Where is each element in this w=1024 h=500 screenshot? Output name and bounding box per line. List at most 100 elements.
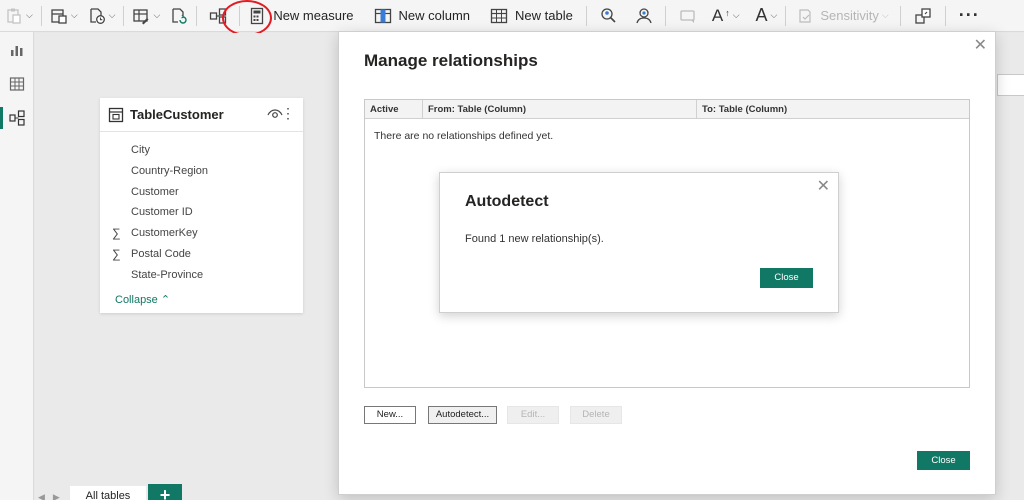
dialog-title: Manage relationships — [364, 51, 538, 70]
new-column-label: New column — [398, 8, 471, 23]
clock-doc-icon — [90, 7, 105, 24]
chevron-down-icon: ⌵ — [26, 10, 33, 20]
chat-icon — [680, 9, 695, 23]
field-item[interactable]: ∑ CustomerKey — [100, 223, 303, 244]
relationships-icon — [210, 7, 227, 24]
collapse-label: Collapse — [115, 294, 158, 306]
collapse-link[interactable]: Collapse ⌃ — [115, 293, 170, 306]
properties-pane-field[interactable] — [997, 74, 1024, 96]
table-card-tablecustomer[interactable]: TableCustomer ⋮ City Country-Region Custom… — [100, 98, 303, 313]
field-name: Customer ID — [131, 206, 193, 219]
report-view-button[interactable] — [0, 36, 34, 64]
text-size-icon: A — [711, 5, 724, 25]
delete-button[interactable]: Delete — [570, 406, 622, 424]
column-header-active[interactable]: Active — [365, 100, 423, 119]
field-item[interactable]: ∑ Postal Code — [100, 244, 303, 265]
field-name: Customer — [131, 185, 179, 198]
close-icon[interactable]: ✕ — [974, 35, 987, 55]
font-icon: A — [755, 5, 768, 25]
ribbon-divider — [664, 5, 666, 26]
grid-header: Active From: Table (Column) To: Table (C… — [365, 100, 969, 119]
field-name: Country-Region — [131, 164, 209, 177]
new-table-button[interactable]: New table — [485, 0, 578, 32]
field-item[interactable]: Country-Region — [100, 161, 303, 182]
chevron-down-icon: ⌵ — [732, 10, 740, 20]
model-icon — [9, 110, 25, 126]
tab-all-tables[interactable]: All tables — [70, 486, 146, 500]
field-name: State-Province — [131, 268, 204, 281]
column-header-to[interactable]: To: Table (Column) — [697, 100, 969, 119]
manage-roles-button[interactable] — [626, 0, 662, 32]
empty-message: There are no relationships defined yet. — [374, 130, 554, 142]
user-role-icon — [636, 7, 652, 23]
ribbon-divider — [40, 5, 42, 26]
model-view-button[interactable] — [0, 104, 34, 132]
close-button[interactable]: Close — [917, 451, 970, 470]
more-options-button[interactable]: ··· — [949, 0, 990, 32]
font-button[interactable]: A ⌵ — [751, 0, 783, 32]
refresh-schedule-button[interactable]: ⌵ — [83, 0, 121, 32]
field-item[interactable]: State-Province — [100, 265, 303, 286]
chevron-up-icon: ⌃ — [160, 294, 171, 306]
sum-icon: ∑ — [112, 246, 121, 261]
qa-setup-button[interactable] — [669, 0, 707, 32]
publish-button[interactable] — [904, 0, 942, 32]
user-search-icon — [601, 7, 616, 23]
ribbon-divider — [944, 5, 946, 26]
chevron-down-icon: ⌵ — [881, 10, 889, 20]
paste-button[interactable]: ⌵ — [0, 0, 38, 32]
chevron-down-icon: ⌵ — [153, 10, 161, 20]
new-relationship-button[interactable]: New... — [364, 406, 416, 424]
new-measure-button[interactable]: New measure — [243, 0, 358, 32]
table-icon — [490, 8, 508, 23]
ribbon-divider — [239, 5, 241, 26]
chevron-down-icon: ⌵ — [70, 10, 78, 20]
autodetect-button[interactable]: Autodetect... — [428, 406, 497, 424]
add-layout-button[interactable]: + — [148, 484, 182, 500]
sensitivity-button[interactable]: Sensitivity ⌵ — [789, 0, 896, 32]
new-measure-label: New measure — [273, 8, 354, 23]
chevron-down-icon: ⌵ — [108, 10, 116, 20]
close-icon[interactable]: ✕ — [817, 176, 830, 196]
tab-scroll-arrows-icon[interactable]: ◀▶ — [38, 492, 68, 500]
sum-icon: ∑ — [112, 226, 121, 241]
get-data-button[interactable]: ⌵ — [45, 0, 83, 32]
view-as-button[interactable] — [590, 0, 626, 32]
language-button[interactable]: A ↑ ⌵ — [707, 0, 745, 32]
field-item[interactable]: Customer ID — [100, 202, 303, 223]
paste-icon — [7, 8, 21, 24]
table-card-title: TableCustomer — [130, 107, 224, 122]
autodetect-title: Autodetect — [465, 193, 549, 210]
field-name: Postal Code — [131, 247, 191, 260]
grid-icon — [9, 77, 25, 91]
ribbon-divider — [585, 5, 587, 26]
refresh-button[interactable] — [165, 0, 193, 32]
edit-button[interactable]: Edit... — [507, 406, 559, 424]
ribbon-toolbar: ⌵ ⌵ ⌵ ⌵ New measure New column New table — [0, 0, 1024, 32]
transform-data-button[interactable]: ⌵ — [127, 0, 165, 32]
calculator-icon — [251, 7, 264, 24]
field-item[interactable]: Customer — [100, 182, 303, 203]
autodetect-dialog: Autodetect ✕ Found 1 new relationship(s)… — [439, 172, 839, 313]
table-card-more-icon[interactable]: ⋮ — [281, 106, 295, 120]
table-card-icon — [108, 107, 124, 122]
publish-icon — [915, 7, 931, 24]
field-name: City — [131, 144, 150, 156]
table-card-header[interactable]: TableCustomer ⋮ — [100, 98, 303, 132]
ribbon-divider — [785, 5, 787, 26]
sensitivity-label: Sensitivity — [820, 8, 879, 23]
new-column-button[interactable]: New column — [369, 0, 476, 32]
manage-relationships-button[interactable] — [200, 0, 236, 32]
autodetect-close-button[interactable]: Close — [760, 268, 813, 288]
database-icon — [51, 8, 67, 24]
refresh-doc-icon — [172, 7, 187, 24]
layout-tab-bar: ◀▶ All tables + — [34, 484, 344, 500]
view-rail — [0, 32, 34, 500]
field-item[interactable]: City — [100, 140, 303, 161]
new-table-label: New table — [515, 8, 573, 23]
column-icon — [374, 8, 391, 23]
ribbon-divider — [123, 5, 125, 26]
ribbon-divider — [196, 5, 198, 26]
data-view-button[interactable] — [0, 70, 34, 98]
column-header-from[interactable]: From: Table (Column) — [423, 100, 697, 119]
